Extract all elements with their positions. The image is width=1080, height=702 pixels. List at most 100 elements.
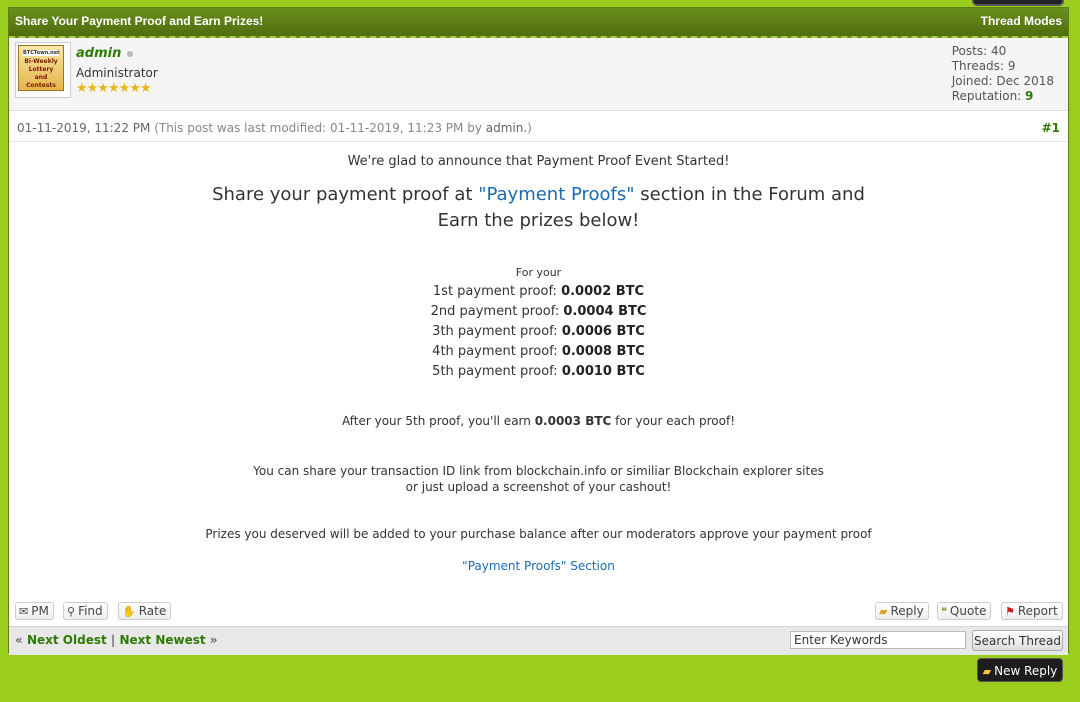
next-arrow: »	[209, 633, 218, 647]
posts-label: Posts:	[951, 44, 988, 58]
next-oldest-link[interactable]: Next Oldest	[27, 633, 107, 647]
share-line-2: or just upload a screenshot of your cash…	[405, 480, 672, 494]
avatar-image: BTCTown.net Bi-Weekly Lottery and Contes…	[18, 45, 64, 91]
search-thread-input[interactable]	[790, 631, 966, 649]
search-thread-button[interactable]: Search Thread	[972, 630, 1063, 651]
for-your-label: For your	[515, 266, 562, 279]
username-row: admin	[76, 46, 134, 61]
user-title: Administrator	[76, 66, 158, 80]
new-reply-label: New Reply	[994, 664, 1058, 678]
avatar-text-2: Lottery	[28, 66, 54, 73]
prize-item: 1st payment proof: 0.0002 BTC	[9, 282, 1068, 302]
prize-amount: 0.0010 BTC	[561, 364, 645, 379]
offline-status-icon	[127, 50, 134, 57]
prize-label: 4th payment proof:	[432, 344, 558, 359]
top-new-reply-button[interactable]	[972, 0, 1064, 6]
prize-label: 3th payment proof:	[432, 324, 558, 339]
prize-amount: 0.0002 BTC	[561, 284, 645, 299]
flag-icon: ⚑	[1005, 605, 1015, 618]
prize-amount: 0.0004 BTC	[563, 304, 647, 319]
reply-label: Reply	[890, 604, 924, 618]
new-reply-icon: ▰	[982, 665, 992, 678]
reply-button[interactable]: ▰ Reply	[875, 602, 929, 620]
prize-label: 5th payment proof:	[432, 364, 558, 379]
quote-button[interactable]: ❝ Quote	[937, 602, 992, 620]
headline-line2: Earn the prizes below!	[437, 210, 640, 231]
share-instructions: You can share your transaction ID link f…	[9, 463, 1068, 495]
after-amount: 0.0003 BTC	[534, 414, 612, 428]
stat-joined: Joined: Dec 2018	[952, 74, 1054, 89]
thread-footer: « Next Oldest | Next Newest » Search Thr…	[9, 626, 1068, 655]
rate-button[interactable]: ✋ Rate	[118, 602, 172, 620]
prize-list: 1st payment proof: 0.0002 BTC 2nd paymen…	[9, 282, 1068, 382]
thread-container: Share Your Payment Proof and Earn Prizes…	[8, 7, 1069, 655]
avatar[interactable]: BTCTown.net Bi-Weekly Lottery and Contes…	[15, 42, 71, 98]
report-label: Report	[1017, 604, 1058, 618]
stat-reputation: Reputation: 9	[952, 89, 1054, 104]
next-newest-link[interactable]: Next Newest	[119, 633, 205, 647]
user-stats: Posts: 40 Threads: 9 Joined: Dec 2018 Re…	[952, 44, 1054, 104]
thread-header: Share Your Payment Proof and Earn Prizes…	[9, 8, 1068, 38]
thumbs-up-icon: ✋	[122, 605, 136, 618]
search-icon: ⚲	[67, 605, 76, 618]
stat-threads: Threads: 9	[952, 59, 1054, 74]
post-number-link[interactable]: #1	[1042, 121, 1060, 135]
pm-label: PM	[31, 604, 49, 618]
find-label: Find	[78, 604, 103, 618]
thread-navigation: « Next Oldest | Next Newest »	[15, 633, 218, 647]
stat-posts: Posts: 40	[952, 44, 1054, 59]
reply-icon: ▰	[879, 605, 888, 618]
headline: Share your payment proof at "Payment Pro…	[9, 182, 1068, 234]
quote-label: Quote	[949, 604, 987, 618]
avatar-text-1: Bi-Weekly	[24, 58, 58, 65]
user-stars-icon: ★★★★★★★	[76, 81, 152, 96]
payment-proofs-link[interactable]: "Payment Proofs"	[478, 184, 634, 205]
prize-item: 2nd payment proof: 0.0004 BTC	[9, 302, 1068, 322]
threads-label: Threads:	[951, 59, 1004, 73]
threads-value: 9	[1007, 59, 1016, 73]
prize-item: 5th payment proof: 0.0010 BTC	[9, 362, 1068, 382]
announcement-line: We're glad to announce that Payment Proo…	[347, 154, 730, 169]
avatar-text-site: BTCTown.net	[23, 50, 60, 56]
joined-label: Joined:	[951, 74, 993, 88]
reputation-link[interactable]: 9	[1025, 89, 1033, 103]
nav-separator: |	[110, 633, 116, 647]
prize-label: 2nd payment proof:	[430, 304, 560, 319]
payment-proofs-section-link[interactable]: "Payment Proofs" Section	[9, 559, 1068, 573]
post-date: 01-11-2019, 11:22 PM	[17, 121, 151, 135]
joined-value: Dec 2018	[996, 74, 1054, 88]
prize-item: 4th payment proof: 0.0008 BTC	[9, 342, 1068, 362]
thread-modes-link[interactable]: Thread Modes	[981, 14, 1062, 28]
report-button[interactable]: ⚑ Report	[1001, 602, 1063, 620]
prize-label: 1st payment proof:	[432, 284, 557, 299]
reputation-label: Reputation:	[951, 89, 1022, 103]
headline-post: section in the Forum and	[640, 184, 865, 205]
username-link[interactable]: admin	[76, 46, 121, 61]
new-reply-button[interactable]: ▰ New Reply	[977, 658, 1063, 682]
after-pre: After your 5th proof, you'll earn	[341, 414, 531, 428]
pm-button[interactable]: ✉ PM	[15, 602, 54, 620]
prev-arrow: «	[15, 633, 23, 647]
after-fifth-note: After your 5th proof, you'll earn 0.0003…	[9, 414, 1068, 428]
pm-icon: ✉	[19, 605, 29, 618]
prize-item: 3th payment proof: 0.0006 BTC	[9, 322, 1068, 342]
find-button[interactable]: ⚲ Find	[63, 602, 108, 620]
prize-amount: 0.0008 BTC	[561, 344, 645, 359]
post-edited-close: )	[527, 121, 532, 135]
posts-value: 40	[990, 44, 1007, 58]
after-post: for your each proof!	[615, 414, 736, 428]
post-edited-note: (This post was last modified: 01-11-2019…	[154, 121, 482, 135]
post-body: We're glad to announce that Payment Proo…	[9, 142, 1068, 595]
share-line-1: You can share your transaction ID link f…	[253, 464, 824, 478]
prize-amount: 0.0006 BTC	[561, 324, 645, 339]
quote-icon: ❝	[941, 605, 947, 618]
post-buttons: ✉ PM ⚲ Find ✋ Rate ▰ Reply ❝ Quote ⚑ Report	[9, 598, 1068, 626]
post-author-panel: BTCTown.net Bi-Weekly Lottery and Contes…	[9, 38, 1068, 111]
rate-label: Rate	[138, 604, 167, 618]
avatar-text-3: and Contests	[26, 74, 56, 89]
post-edited-by-link[interactable]: admin.	[486, 121, 527, 135]
headline-pre: Share your payment proof at	[212, 184, 473, 205]
thread-title: Share Your Payment Proof and Earn Prizes…	[15, 14, 264, 28]
post-meta: 01-11-2019, 11:22 PM (This post was last…	[9, 111, 1068, 142]
prizes-note: Prizes you deserved will be added to you…	[205, 527, 872, 541]
